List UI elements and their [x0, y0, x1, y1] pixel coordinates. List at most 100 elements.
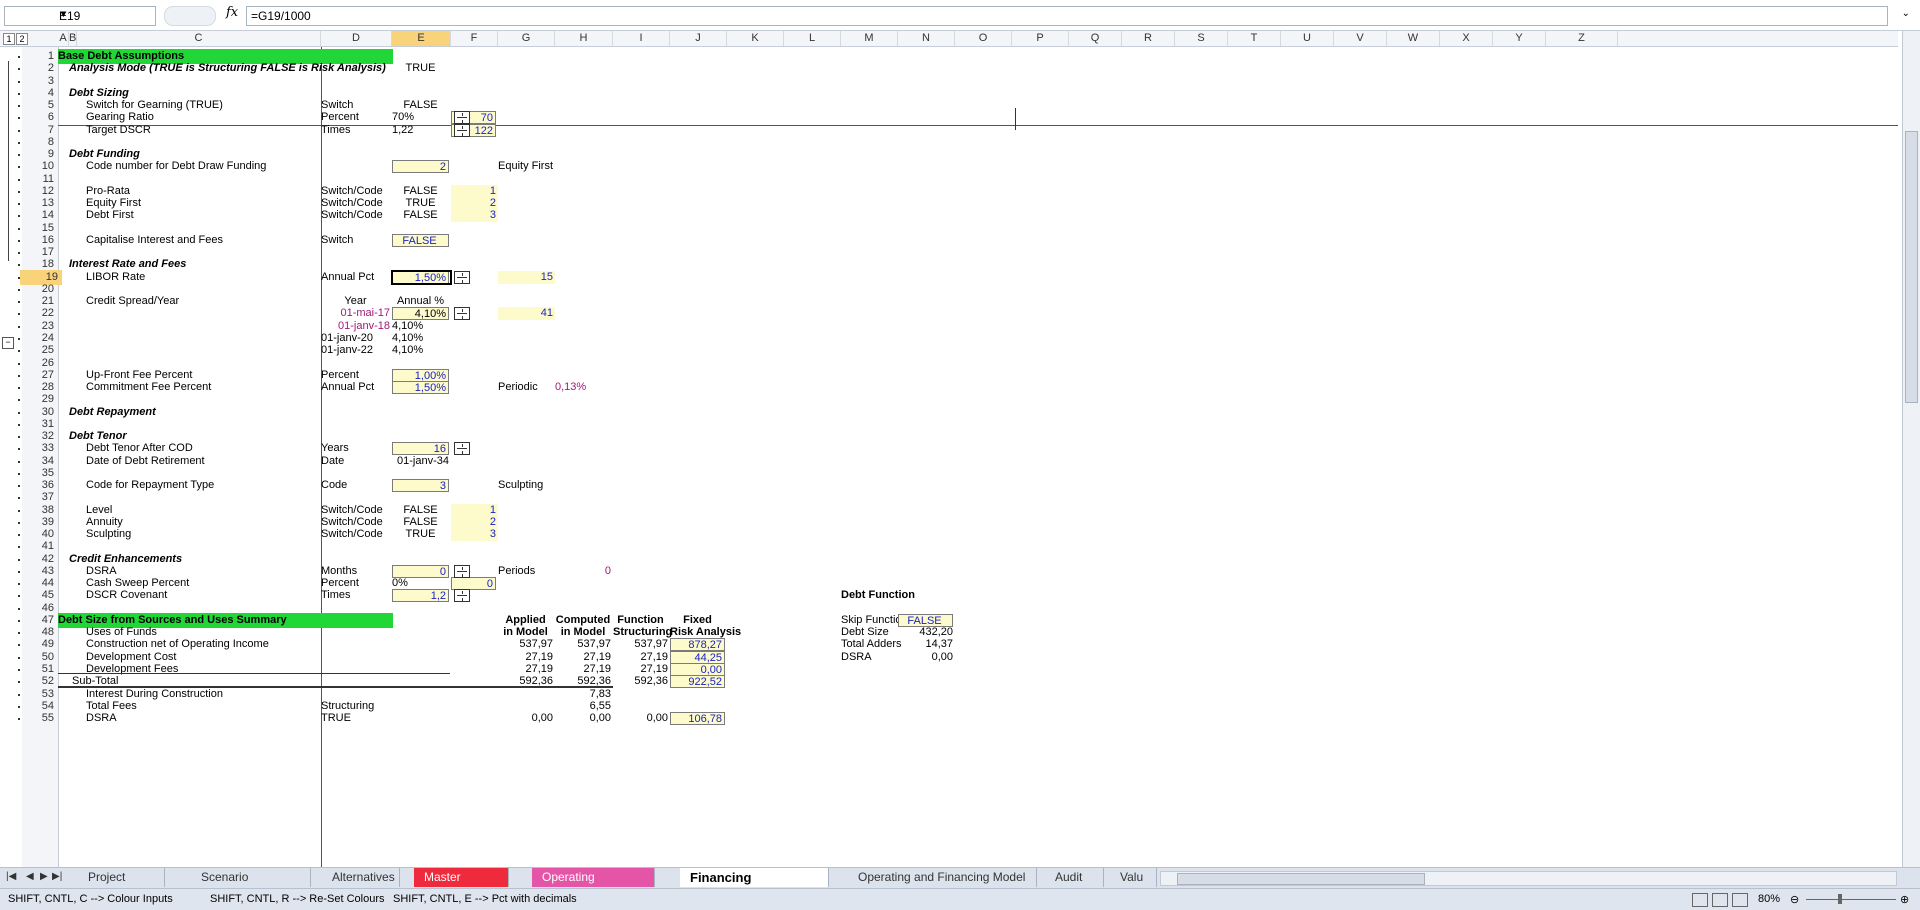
cell-m50[interactable]: DSRA — [841, 650, 901, 665]
cell-c40[interactable]: Sculpting — [86, 527, 316, 542]
cell-e45[interactable]: 1,2 — [392, 589, 449, 603]
cell-h55[interactable]: 0,00 — [555, 711, 613, 726]
cell-g36[interactable]: Sculpting — [498, 478, 555, 493]
cell-f44[interactable]: 0 — [451, 577, 496, 591]
spin-button-icon[interactable] — [454, 111, 470, 125]
next-sheet-icon[interactable]: ▶ — [40, 871, 48, 882]
cell-c28[interactable]: Commitment Fee Percent — [86, 380, 316, 395]
zoom-minus-icon[interactable]: ⊖ — [1790, 893, 1799, 906]
cell-e27[interactable]: 1,00% — [392, 368, 449, 382]
sheet-tab-financing-assumptions[interactable]: Financing Assumptions — [680, 868, 829, 904]
column-header-j[interactable]: J — [670, 31, 727, 46]
sheet-tab-operating-assumptions[interactable]: Operating Assumptions — [532, 868, 655, 903]
cell-e10[interactable]: 2 — [392, 160, 449, 174]
cell-j49[interactable]: 878,27 — [670, 638, 725, 652]
sheet-tab-project-diagram[interactable]: Project Diagram — [78, 868, 165, 903]
cell-e2[interactable]: TRUE — [392, 61, 451, 76]
cell-h43[interactable]: 0 — [555, 564, 613, 579]
cell-h28[interactable]: 0,13% — [555, 380, 613, 395]
cell-d55[interactable]: TRUE — [321, 711, 392, 726]
cell-f40[interactable]: 3 — [451, 528, 498, 542]
cell-f38[interactable]: 1 — [451, 503, 498, 517]
sheet-tab-master-scenario[interactable]: Master Scenario — [414, 868, 509, 903]
cell-m45[interactable]: Debt Function — [841, 588, 915, 603]
cell-f13[interactable]: 2 — [451, 197, 498, 211]
spin-button-icon[interactable] — [454, 589, 470, 603]
cell-g43[interactable]: Periods — [498, 564, 555, 579]
cell-f14[interactable]: 3 — [451, 209, 498, 223]
cell-d34[interactable]: Date — [321, 454, 392, 469]
cell-d36[interactable]: Code — [321, 478, 392, 493]
spin-button-icon[interactable] — [454, 307, 470, 321]
column-header-f[interactable]: F — [451, 31, 498, 46]
sheet-tab-alternatives[interactable]: Alternatives — [322, 868, 400, 887]
column-header-y[interactable]: Y — [1493, 31, 1546, 46]
normal-view-icon[interactable] — [1692, 893, 1708, 907]
column-header-n[interactable]: N — [898, 31, 955, 46]
name-box[interactable]: E19 ▼ — [4, 6, 156, 26]
cell-e25[interactable]: 4,10% — [392, 343, 451, 358]
column-header-t[interactable]: T — [1228, 31, 1281, 46]
spin-button-icon[interactable] — [454, 564, 470, 578]
row-header-55[interactable]: 55 — [42, 711, 54, 726]
cell-b30[interactable]: Debt Repayment — [69, 405, 389, 420]
cell-c7[interactable]: Target DSCR — [86, 123, 316, 138]
cell-g22[interactable]: 41 — [498, 307, 555, 321]
column-header-a[interactable]: A — [58, 31, 69, 46]
cell-d14[interactable]: Switch/Code — [321, 208, 392, 223]
vertical-scrollbar[interactable] — [1902, 31, 1920, 867]
cell-d7[interactable]: Times — [321, 123, 392, 138]
cell-c10[interactable]: Code number for Debt Draw Funding — [86, 159, 316, 174]
page-layout-icon[interactable] — [1712, 893, 1728, 907]
column-header-z[interactable]: Z — [1546, 31, 1618, 46]
cell-e14[interactable]: FALSE — [392, 208, 451, 223]
outline-level-1[interactable]: 1 — [3, 33, 15, 45]
horizontal-scrollbar[interactable] — [1160, 871, 1897, 886]
cell-e36[interactable]: 3 — [392, 479, 449, 493]
column-header-c[interactable]: C — [77, 31, 321, 46]
cell-b2[interactable]: Analysis Mode (TRUE is Structuring FALSE… — [69, 61, 389, 76]
spin-button-icon[interactable] — [454, 270, 470, 284]
cell-n50[interactable]: 0,00 — [898, 650, 955, 665]
zoom-plus-icon[interactable]: ⊕ — [1900, 893, 1909, 906]
zoom-slider-thumb[interactable] — [1838, 894, 1842, 904]
cell-j51[interactable]: 0,00 — [670, 663, 725, 676]
column-header-b[interactable]: B — [69, 31, 77, 46]
cell-c14[interactable]: Debt First — [86, 208, 316, 223]
first-sheet-icon[interactable]: |◀ — [6, 871, 16, 882]
column-header-e[interactable]: E — [392, 31, 451, 46]
cell-f39[interactable]: 2 — [451, 515, 498, 529]
spin-button-icon[interactable] — [454, 442, 470, 456]
formula-input[interactable]: =G19/1000 — [246, 6, 1888, 26]
vertical-scroll-thumb[interactable] — [1905, 131, 1918, 403]
column-header-i[interactable]: I — [613, 31, 670, 46]
outline-level-2[interactable]: 2 — [16, 33, 28, 45]
cell-c19[interactable]: LIBOR Rate — [86, 270, 316, 285]
zoom-slider[interactable] — [1806, 899, 1896, 900]
cell-c21[interactable]: Credit Spread/Year — [86, 294, 316, 309]
cell-g28[interactable]: Periodic — [498, 380, 555, 395]
cell-e16[interactable]: FALSE — [392, 233, 449, 247]
cell-c36[interactable]: Code for Repayment Type — [86, 478, 316, 493]
cell-j55[interactable]: 106,78 — [670, 712, 725, 726]
column-header-d[interactable]: D — [321, 31, 392, 46]
dropdown-arrow-icon[interactable]: ▼ — [59, 9, 151, 19]
cell-d40[interactable]: Switch/Code — [321, 527, 392, 542]
cell-g19[interactable]: 15 — [498, 270, 555, 284]
prev-sheet-icon[interactable]: ◀ — [26, 871, 34, 882]
cell-e34[interactable]: 01-janv-34 — [392, 454, 451, 469]
column-header-o[interactable]: O — [955, 31, 1012, 46]
cell-d45[interactable]: Times — [321, 588, 392, 603]
page-break-icon[interactable] — [1732, 893, 1748, 907]
cell-c45[interactable]: DSCR Covenant — [86, 588, 316, 603]
column-header-v[interactable]: V — [1334, 31, 1387, 46]
sheet-tab-valu[interactable]: Valu — [1110, 868, 1157, 887]
worksheet-grid[interactable]: Base Debt Assumptions Analysis Mode (TRUE… — [58, 47, 1898, 867]
sheet-tab-operating-and-financing-model[interactable]: Operating and Financing Model — [848, 868, 1037, 887]
expand-formula-icon[interactable]: ⌄ — [1902, 8, 1910, 19]
cell-j52[interactable]: 922,52 — [670, 675, 725, 689]
cell-c55[interactable]: DSRA — [86, 711, 316, 726]
cell-i52[interactable]: 592,36 — [613, 674, 670, 689]
horizontal-scroll-thumb[interactable] — [1177, 873, 1425, 885]
outline-group-bar[interactable] — [8, 61, 11, 261]
